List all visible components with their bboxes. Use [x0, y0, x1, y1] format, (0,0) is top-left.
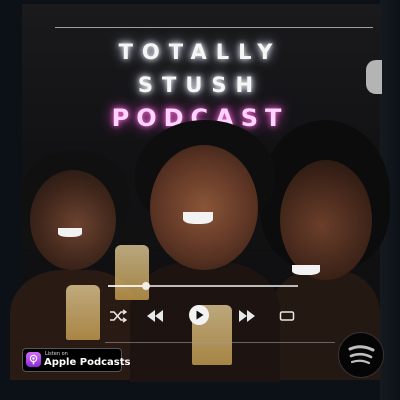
spotify-button[interactable] [338, 332, 384, 378]
next-button[interactable] [237, 306, 257, 326]
previous-icon [147, 310, 163, 322]
play-button[interactable] [187, 303, 211, 327]
badge-label: Apple Podcasts [44, 357, 131, 368]
person-1-face [30, 170, 116, 270]
seek-handle[interactable] [142, 282, 150, 290]
champagne-glass [66, 285, 100, 340]
person-2-face [150, 145, 258, 270]
apple-podcasts-badge[interactable]: Listen on Apple Podcasts [22, 348, 130, 372]
shuffle-icon [110, 309, 127, 323]
person-3-face [280, 160, 372, 280]
top-divider [55, 27, 373, 28]
shuffle-button[interactable] [108, 306, 128, 326]
person-2-smile [183, 212, 213, 224]
person-1-smile [58, 228, 82, 237]
spotify-icon [348, 345, 375, 365]
title-line-1: TOTALLY [118, 40, 282, 64]
seek-progress [108, 285, 146, 287]
repeat-icon [279, 311, 295, 321]
seek-bar[interactable] [108, 282, 298, 290]
next-icon [239, 310, 255, 322]
champagne-glass [115, 245, 149, 300]
title-line-2: STUSH [137, 73, 263, 97]
person-3-smile [292, 265, 320, 275]
repeat-button[interactable] [278, 306, 296, 326]
bottom-divider [105, 342, 335, 343]
previous-button[interactable] [145, 306, 165, 326]
apple-podcasts-icon [26, 352, 41, 367]
play-icon [189, 305, 209, 325]
